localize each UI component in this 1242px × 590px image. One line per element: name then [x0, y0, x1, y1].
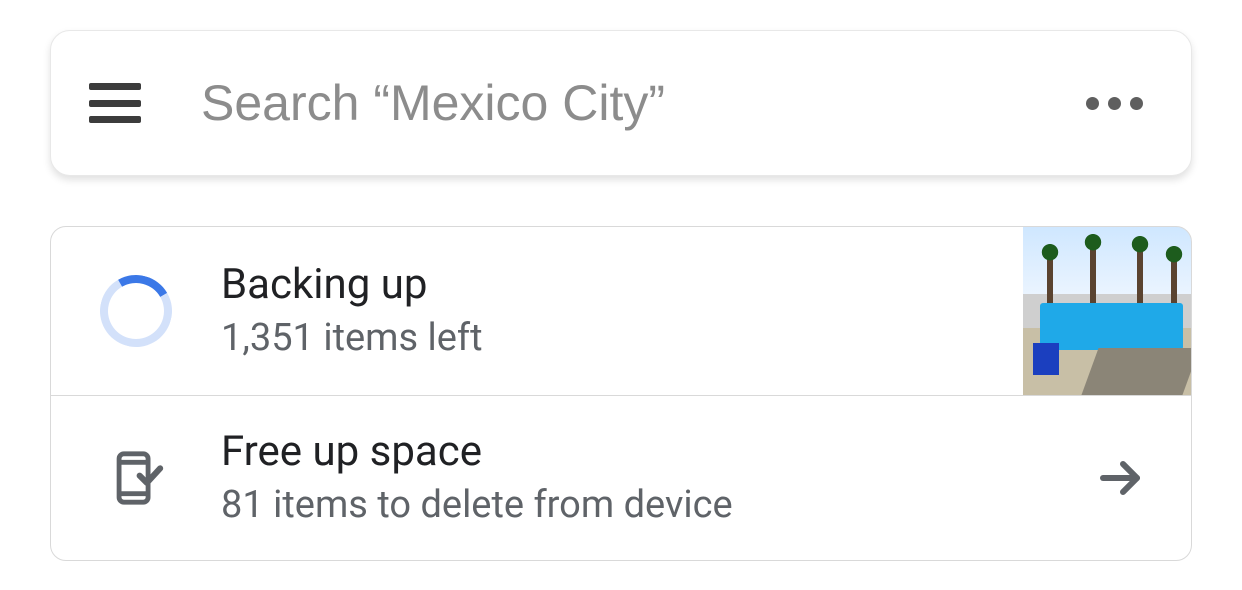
backup-subtitle: 1,351 items left	[221, 316, 1003, 362]
arrow-right-icon	[1097, 454, 1145, 502]
free-up-subtitle: 81 items to delete from device	[221, 483, 1031, 529]
free-up-text: Free up space 81 items to delete from de…	[221, 403, 1051, 553]
free-up-icon-slot	[51, 443, 221, 513]
free-up-title: Free up space	[221, 427, 1031, 477]
backup-spinner-slot	[51, 275, 221, 347]
search-bar[interactable]	[50, 30, 1192, 176]
more-icon[interactable]	[1066, 97, 1143, 110]
search-input[interactable]	[201, 74, 1066, 132]
free-up-space-row[interactable]: Free up space 81 items to delete from de…	[51, 395, 1191, 560]
backup-text: Backing up 1,351 items left	[221, 236, 1023, 386]
menu-icon[interactable]	[89, 83, 141, 123]
progress-spinner-icon	[92, 267, 180, 355]
status-card: Backing up 1,351 items left	[50, 226, 1192, 561]
device-check-icon	[107, 443, 165, 513]
backup-row[interactable]: Backing up 1,351 items left	[51, 227, 1191, 395]
arrow-slot	[1051, 454, 1191, 502]
backup-thumbnail	[1023, 227, 1191, 395]
backup-title: Backing up	[221, 260, 1003, 310]
